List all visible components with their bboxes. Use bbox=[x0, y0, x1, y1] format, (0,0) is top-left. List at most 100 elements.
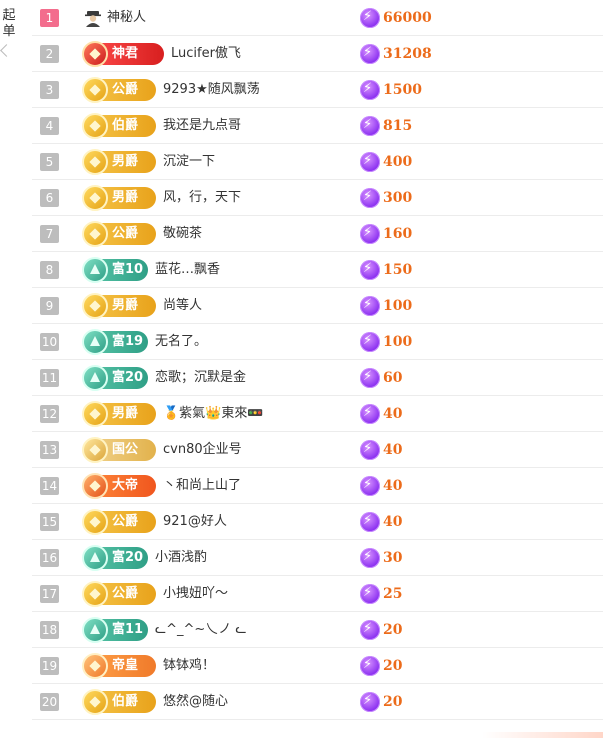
badge-label: 公爵 bbox=[112, 82, 139, 97]
rank-number: 1 bbox=[40, 9, 59, 27]
mystery-man-icon bbox=[85, 11, 101, 27]
ranking-row: 10 富19 无名了。 100 bbox=[32, 324, 603, 360]
score-value: 31208 bbox=[383, 46, 432, 62]
lightning-icon bbox=[360, 8, 380, 28]
rank-badge: 富20 bbox=[82, 545, 148, 571]
user-name[interactable]: 神秘人 bbox=[107, 9, 146, 27]
badge-emblem-icon bbox=[82, 509, 108, 535]
badge-emblem-icon bbox=[82, 653, 108, 679]
lightning-icon bbox=[360, 512, 380, 532]
badge-emblem-icon bbox=[82, 581, 108, 607]
badge-emblem-icon bbox=[82, 617, 108, 643]
score-value: 60 bbox=[383, 370, 403, 386]
rank-badge: 神君 bbox=[82, 41, 164, 67]
ranking-row: 15 公爵 921@好人 40 bbox=[32, 504, 603, 540]
user-name[interactable]: 尚等人 bbox=[163, 297, 202, 315]
rank-number: 12 bbox=[40, 405, 59, 423]
badge-label: 公爵 bbox=[112, 586, 139, 601]
user-name[interactable]: 921@好人 bbox=[163, 513, 227, 531]
ranking-row: 8 富10 蓝花…飘香 150 bbox=[32, 252, 603, 288]
badge-label: 国公 bbox=[112, 442, 139, 457]
lightning-icon bbox=[360, 188, 380, 208]
rank-number: 4 bbox=[40, 117, 59, 135]
user-name[interactable]: 敬碗茶 bbox=[163, 225, 202, 243]
rank-badge: 男爵 bbox=[82, 401, 156, 427]
user-name[interactable]: 钵钵鸡！ bbox=[163, 657, 215, 675]
lightning-icon bbox=[360, 260, 380, 280]
side-tab[interactable]: 起 单 bbox=[0, 8, 18, 57]
rank-number: 17 bbox=[40, 585, 59, 603]
badge-emblem-icon bbox=[82, 221, 108, 247]
rank-number: 2 bbox=[40, 45, 59, 63]
badge-label: 公爵 bbox=[112, 226, 139, 241]
lightning-icon bbox=[360, 440, 380, 460]
ranking-row: 20 伯爵 悠然@随心 20 bbox=[32, 684, 603, 720]
user-name[interactable]: ᓚ^_^~乀ノ ᓚ bbox=[155, 621, 246, 639]
badge-emblem-icon bbox=[82, 401, 108, 427]
user-name[interactable]: 沉淀一下 bbox=[163, 153, 215, 171]
user-name[interactable]: 9293★随风飘荡 bbox=[163, 81, 260, 99]
ranking-row: 5 男爵 沉淀一下 400 bbox=[32, 144, 603, 180]
ranking-row: 4 伯爵 我还是九点哥 815 bbox=[32, 108, 603, 144]
bottom-bar bbox=[0, 732, 603, 738]
badge-label: 伯爵 bbox=[112, 118, 139, 133]
rank-number: 20 bbox=[40, 693, 59, 711]
badge-label: 富19 bbox=[112, 334, 144, 349]
score-value: 20 bbox=[383, 658, 403, 674]
rank-number: 19 bbox=[40, 657, 59, 675]
lightning-icon bbox=[360, 296, 380, 316]
lightning-icon bbox=[360, 476, 380, 496]
user-name[interactable]: 恋歌；沉默是金 bbox=[155, 369, 246, 387]
rank-number: 6 bbox=[40, 189, 59, 207]
ranking-row: 1 神秘人 66000 bbox=[32, 0, 603, 36]
badge-label: 富20 bbox=[112, 370, 144, 385]
ranking-row: 2 神君 Lucifer傲飞 31208 bbox=[32, 36, 603, 72]
score-value: 815 bbox=[383, 118, 413, 134]
rank-badge: 公爵 bbox=[82, 509, 156, 535]
lightning-icon bbox=[360, 584, 380, 604]
ranking-row: 6 男爵 风，行，天下 300 bbox=[32, 180, 603, 216]
ranking-row: 16 富20 小酒浅酌 30 bbox=[32, 540, 603, 576]
rank-number: 5 bbox=[40, 153, 59, 171]
score-value: 30 bbox=[383, 550, 403, 566]
rank-number: 18 bbox=[40, 621, 59, 639]
badge-label: 男爵 bbox=[112, 406, 139, 421]
badge-label: 伯爵 bbox=[112, 694, 139, 709]
score-value: 40 bbox=[383, 406, 403, 422]
score-value: 300 bbox=[383, 190, 413, 206]
badge-emblem-icon bbox=[82, 293, 108, 319]
lightning-icon bbox=[360, 224, 380, 244]
user-name[interactable]: 无名了。 bbox=[155, 333, 207, 351]
rank-number: 7 bbox=[40, 225, 59, 243]
user-name[interactable]: cvn80企业号 bbox=[163, 441, 242, 459]
rank-badge: 大帝 bbox=[82, 473, 156, 499]
badge-label: 神君 bbox=[112, 46, 139, 61]
badge-emblem-icon bbox=[82, 113, 108, 139]
rank-badge: 富11 bbox=[82, 617, 148, 643]
score-value: 400 bbox=[383, 154, 413, 170]
ranking-row: 11 富20 恋歌；沉默是金 60 bbox=[32, 360, 603, 396]
badge-label: 大帝 bbox=[112, 478, 139, 493]
badge-label: 男爵 bbox=[112, 190, 139, 205]
user-name[interactable]: 风，行，天下 bbox=[163, 189, 241, 207]
user-name[interactable]: 小酒浅酌 bbox=[155, 549, 207, 567]
badge-emblem-icon bbox=[82, 185, 108, 211]
user-name[interactable]: 悠然@随心 bbox=[163, 693, 228, 711]
user-name[interactable]: 丶和尚上山了 bbox=[163, 477, 241, 495]
badge-label: 公爵 bbox=[112, 514, 139, 529]
score-value: 100 bbox=[383, 334, 413, 350]
score-value: 25 bbox=[383, 586, 403, 602]
user-name[interactable]: 🏅紫氣👑東來🚥 bbox=[163, 405, 264, 423]
badge-label: 富10 bbox=[112, 262, 144, 277]
user-name[interactable]: 小拽妞吖～ bbox=[163, 585, 228, 603]
rank-badge: 公爵 bbox=[82, 581, 156, 607]
score-value: 40 bbox=[383, 478, 403, 494]
lightning-icon bbox=[360, 656, 380, 676]
lightning-icon bbox=[360, 332, 380, 352]
user-name[interactable]: 我还是九点哥 bbox=[163, 117, 241, 135]
user-name[interactable]: 蓝花…飘香 bbox=[155, 261, 220, 279]
rank-badge: 男爵 bbox=[82, 149, 156, 175]
rank-number: 13 bbox=[40, 441, 59, 459]
side-tab-char-2: 单 bbox=[2, 24, 16, 39]
user-name[interactable]: Lucifer傲飞 bbox=[171, 45, 241, 63]
